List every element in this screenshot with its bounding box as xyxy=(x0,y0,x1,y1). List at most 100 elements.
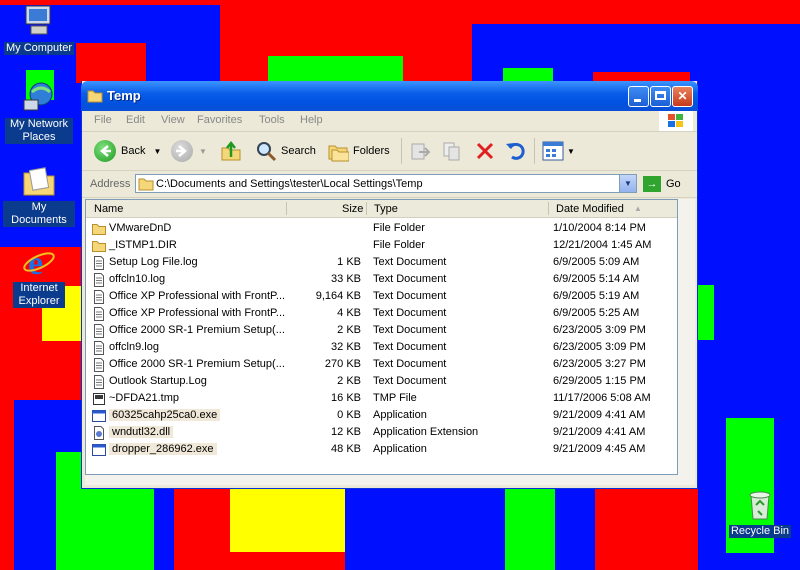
back-button[interactable]: Back ▼ xyxy=(94,140,161,162)
bg-block xyxy=(698,285,714,340)
undo-button[interactable] xyxy=(504,140,526,162)
delete-button[interactable] xyxy=(474,140,496,162)
address-dropdown-button[interactable]: ▼ xyxy=(619,175,636,192)
search-icon xyxy=(257,142,277,162)
desktop-icon-internet-explorer[interactable]: e Internet Explorer xyxy=(3,244,75,308)
file-type: Application xyxy=(373,409,427,421)
file-size: 2 KB xyxy=(337,375,361,387)
file-row[interactable]: Office XP Professional with FrontP... 4 K… xyxy=(86,305,677,322)
file-type: Application xyxy=(373,443,427,455)
address-input[interactable]: C:\Documents and Settings\tester\Local S… xyxy=(135,174,637,193)
forward-arrow-icon xyxy=(171,140,193,162)
recycle-bin-icon xyxy=(742,487,778,523)
file-type: Text Document xyxy=(373,358,447,370)
close-button[interactable]: ✕ xyxy=(672,86,693,107)
menu-edit[interactable]: Edit xyxy=(126,114,145,126)
desktop-icon-label: Recycle Bin xyxy=(728,525,792,538)
address-value: C:\Documents and Settings\tester\Local S… xyxy=(156,178,423,190)
maximize-button[interactable] xyxy=(650,86,671,107)
file-row[interactable]: wndutl32.dll 12 KB Application Extension 9/… xyxy=(86,424,677,441)
folders-button[interactable]: Folders xyxy=(327,140,390,162)
menu-file[interactable]: File xyxy=(94,114,112,126)
file-name: offcln9.log xyxy=(109,341,159,353)
vertical-scrollbar[interactable] xyxy=(678,199,695,475)
file-date: 12/21/2004 1:45 AM xyxy=(553,239,652,251)
file-date: 1/10/2004 8:14 PM xyxy=(553,222,646,234)
column-separator[interactable] xyxy=(366,202,367,215)
file-type: Text Document xyxy=(373,307,447,319)
column-header-size[interactable]: Size xyxy=(342,203,363,215)
desktop-icon-my-network-places[interactable]: My Network Places xyxy=(3,80,75,144)
file-date: 11/17/2006 5:08 AM xyxy=(553,392,651,404)
chevron-down-icon: ▼ xyxy=(153,146,162,156)
file-row[interactable]: offcln9.log 32 KB Text Document 6/23/2005 3… xyxy=(86,339,677,356)
folder-icon xyxy=(87,89,103,106)
column-separator[interactable] xyxy=(286,202,287,215)
bg-block xyxy=(503,68,553,82)
column-header-name[interactable]: Name xyxy=(94,203,123,215)
address-bar: Address C:\Documents and Settings\tester… xyxy=(82,171,697,198)
menu-view[interactable]: View xyxy=(161,114,185,126)
file-row[interactable]: Office 2000 SR-1 Premium Setup(... 2 KB Te… xyxy=(86,322,677,339)
file-row[interactable]: Outlook Startup.Log 2 KB Text Document 6/29… xyxy=(86,373,677,390)
file-row[interactable]: Setup Log File.log 1 KB Text Document 6/9/2… xyxy=(86,254,677,271)
bg-block xyxy=(595,489,695,557)
file-name: Office 2000 SR-1 Premium Setup(... xyxy=(109,324,285,336)
column-header-date[interactable]: Date Modified xyxy=(556,203,624,215)
file-type: File Folder xyxy=(373,239,425,251)
file-name: wndutl32.dll xyxy=(109,426,174,438)
file-row[interactable]: _ISTMP1.DIR File Folder 12/21/2004 1:45 AM xyxy=(86,237,677,254)
menu-help[interactable]: Help xyxy=(300,114,323,126)
forward-button[interactable]: ▼ xyxy=(171,140,207,162)
file-row[interactable]: offcln10.log 33 KB Text Document 6/9/2005 5… xyxy=(86,271,677,288)
menu-favorites[interactable]: Favorites xyxy=(197,114,242,126)
bg-block xyxy=(470,489,505,570)
undo-icon xyxy=(506,142,525,160)
file-date: 9/21/2009 4:41 AM xyxy=(553,426,646,438)
views-button[interactable]: ▼ xyxy=(542,140,575,162)
column-separator[interactable] xyxy=(548,202,549,215)
file-type: Text Document xyxy=(373,324,447,336)
desktop-icon-recycle-bin[interactable]: Recycle Bin xyxy=(724,487,796,538)
file-size: 48 KB xyxy=(331,443,361,455)
copy-to-button[interactable] xyxy=(442,140,464,162)
file-row[interactable]: Office 2000 SR-1 Premium Setup(... 270 KB… xyxy=(86,356,677,373)
back-arrow-icon xyxy=(94,140,116,162)
file-row[interactable]: Office XP Professional with FrontP... 9,1… xyxy=(86,288,677,305)
file-date: 6/9/2005 5:19 AM xyxy=(553,290,640,302)
move-to-icon xyxy=(411,143,431,160)
desktop-icon-my-computer[interactable]: My Computer xyxy=(3,4,75,55)
file-row[interactable]: 60325cahp25ca0.exe 0 KB Application 9/21/20… xyxy=(86,407,677,424)
go-button[interactable]: → Go xyxy=(643,175,693,193)
views-icon xyxy=(542,141,564,161)
ie-icon: e xyxy=(21,244,57,282)
desktop-icon-my-documents[interactable]: My Documents xyxy=(3,163,75,227)
menu-tools[interactable]: Tools xyxy=(259,114,285,126)
file-name: Office XP Professional with FrontP... xyxy=(109,307,286,319)
minimize-button[interactable] xyxy=(628,86,649,107)
horizontal-scrollbar[interactable] xyxy=(85,475,695,485)
file-row[interactable]: ~DFDA21.tmp 16 KB TMP File 11/17/2006 5:08 … xyxy=(86,390,677,407)
folder-icon xyxy=(92,222,106,236)
sort-ascending-icon: ▲ xyxy=(634,204,642,213)
title-bar[interactable]: Temp ✕ xyxy=(81,81,698,111)
file-date: 6/23/2005 3:09 PM xyxy=(553,341,646,353)
search-button[interactable]: Search xyxy=(255,140,316,162)
text-document-icon xyxy=(92,307,106,321)
column-header-type[interactable]: Type xyxy=(374,203,398,215)
folder-icon xyxy=(92,239,106,253)
delete-icon xyxy=(476,142,494,160)
copy-to-icon xyxy=(443,142,460,161)
file-row[interactable]: VMwareDnD File Folder 1/10/2004 8:14 PM xyxy=(86,220,677,237)
documents-folder-icon xyxy=(21,163,57,199)
file-date: 9/21/2009 4:45 AM xyxy=(553,443,646,455)
file-row[interactable]: dropper_286962.exe 48 KB Application 9/21/2… xyxy=(86,441,677,458)
move-to-button[interactable] xyxy=(409,140,431,162)
computer-icon xyxy=(21,4,57,40)
go-label: Go xyxy=(666,178,681,190)
file-type: Text Document xyxy=(373,273,447,285)
up-folder-button[interactable] xyxy=(220,140,242,162)
file-name: offcln10.log xyxy=(109,273,166,285)
file-date: 9/21/2009 4:41 AM xyxy=(553,409,646,421)
text-document-icon xyxy=(92,290,106,304)
